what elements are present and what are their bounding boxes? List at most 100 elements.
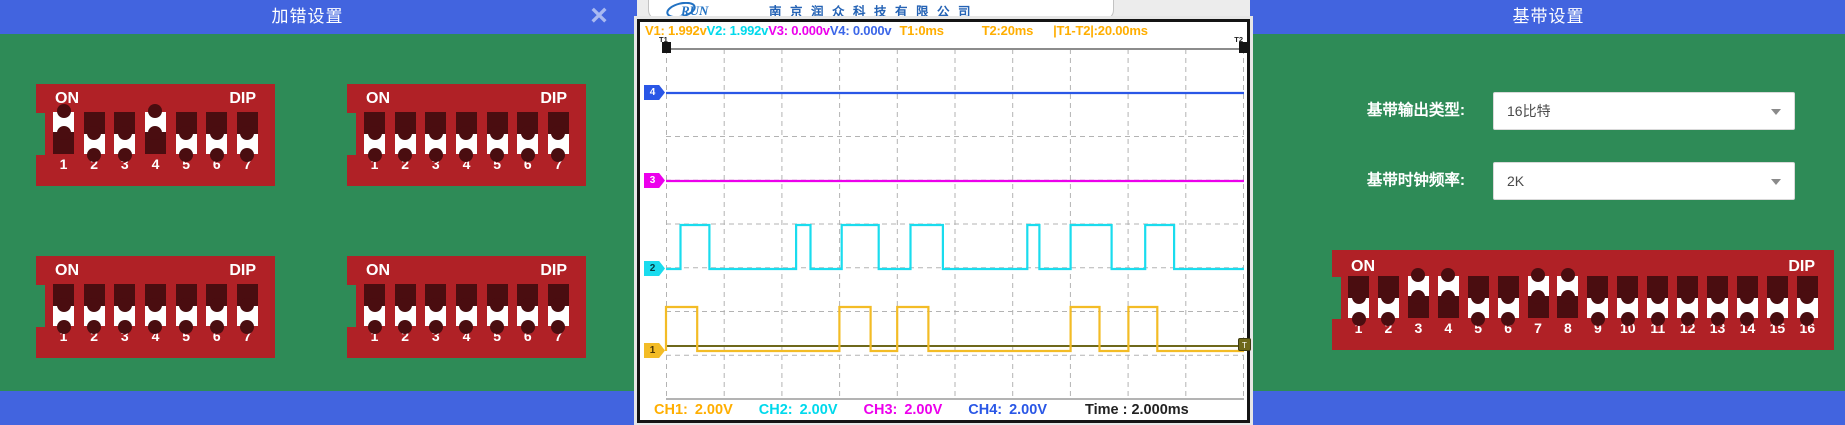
dip-switch-2[interactable]: 2 <box>1378 276 1399 336</box>
dip-switch-4[interactable]: 4 <box>145 284 166 344</box>
switch-handle[interactable] <box>145 112 166 132</box>
switch-slot <box>114 284 135 326</box>
dip-switch-4[interactable]: 4 <box>1438 276 1459 336</box>
switch-handle[interactable] <box>1348 298 1369 318</box>
switch-slot <box>237 284 258 326</box>
dip-switch-1[interactable]: 1 <box>53 284 74 344</box>
switch-handle[interactable] <box>176 134 197 154</box>
switch-handle[interactable] <box>1737 298 1758 318</box>
switch-handle[interactable] <box>1557 276 1578 296</box>
switch-handle[interactable] <box>456 306 477 326</box>
dip-switch-1[interactable]: 1 <box>1348 276 1369 336</box>
switch-handle[interactable] <box>53 306 74 326</box>
switch-handle[interactable] <box>548 306 569 326</box>
dip-switch-2[interactable]: 2 <box>395 112 416 172</box>
switch-handle[interactable] <box>237 306 258 326</box>
baseband-clock-freq-label: 基带时钟频率: <box>1252 162 1465 200</box>
switch-handle[interactable] <box>1617 298 1638 318</box>
switch-handle[interactable] <box>1797 298 1818 318</box>
switch-handle[interactable] <box>456 134 477 154</box>
switch-handle[interactable] <box>364 306 385 326</box>
switch-handle[interactable] <box>425 134 446 154</box>
switch-handle[interactable] <box>1408 276 1429 296</box>
dip-switch-14[interactable]: 14 <box>1737 276 1758 336</box>
switch-handle[interactable] <box>114 306 135 326</box>
dip-switch-4[interactable]: 4 <box>456 112 477 172</box>
dip-switch-5[interactable]: 5 <box>487 284 508 344</box>
dip-switch-5[interactable]: 5 <box>176 112 197 172</box>
switch-slot <box>548 284 569 326</box>
switch-handle[interactable] <box>487 134 508 154</box>
switch-handle[interactable] <box>364 134 385 154</box>
close-icon[interactable]: × <box>582 0 616 34</box>
switch-handle[interactable] <box>176 306 197 326</box>
dip-switch-7[interactable]: 7 <box>548 112 569 172</box>
dip-switch-5[interactable]: 5 <box>1468 276 1489 336</box>
switch-handle[interactable] <box>1378 298 1399 318</box>
dip-switch-7[interactable]: 7 <box>237 284 258 344</box>
baseband-clock-freq-select[interactable]: 2K <box>1493 162 1795 200</box>
dip-switch-1[interactable]: 1 <box>364 284 385 344</box>
switch-handle[interactable] <box>53 112 74 132</box>
switch-handle[interactable] <box>1468 298 1489 318</box>
dip-switch-7[interactable]: 7 <box>237 112 258 172</box>
switch-handle[interactable] <box>1528 276 1549 296</box>
switch-handle[interactable] <box>84 306 105 326</box>
switch-handle[interactable] <box>1677 298 1698 318</box>
error-settings-title: 加错设置 <box>0 0 615 34</box>
switch-handle[interactable] <box>517 134 538 154</box>
switch-handle[interactable] <box>1587 298 1608 318</box>
dip-switch-6[interactable]: 6 <box>517 284 538 344</box>
on-label: ON <box>366 90 390 108</box>
switch-handle[interactable] <box>395 134 416 154</box>
dip-switch-1[interactable]: 1 <box>53 112 74 172</box>
baseband-output-type-select[interactable]: 16比特 <box>1493 92 1795 130</box>
dip-switch-4[interactable]: 4 <box>456 284 477 344</box>
dip-switch-7[interactable]: 7 <box>1528 276 1549 336</box>
dip-switch-12[interactable]: 12 <box>1677 276 1698 336</box>
switch-handle[interactable] <box>1647 298 1668 318</box>
dip-switch-3[interactable]: 3 <box>425 284 446 344</box>
switch-handle[interactable] <box>84 134 105 154</box>
dip-switch-5[interactable]: 5 <box>487 112 508 172</box>
switch-handle[interactable] <box>1767 298 1788 318</box>
dip-switch-10[interactable]: 10 <box>1617 276 1638 336</box>
dip-switch-13[interactable]: 13 <box>1707 276 1728 336</box>
dip-switch-2[interactable]: 2 <box>395 284 416 344</box>
dip-switch-3[interactable]: 3 <box>425 112 446 172</box>
dip-switch-9[interactable]: 9 <box>1587 276 1608 336</box>
dip-switch-2[interactable]: 2 <box>84 112 105 172</box>
dip-switch-3[interactable]: 3 <box>114 284 135 344</box>
dip-switch-11[interactable]: 11 <box>1647 276 1668 336</box>
switch-handle[interactable] <box>145 306 166 326</box>
dip-switch-5[interactable]: 5 <box>176 284 197 344</box>
switch-handle[interactable] <box>548 134 569 154</box>
switch-handle[interactable] <box>425 306 446 326</box>
dip-switch-6[interactable]: 6 <box>206 284 227 344</box>
dip-switch-2[interactable]: 2 <box>84 284 105 344</box>
switch-slot <box>517 112 538 154</box>
switch-slot <box>395 284 416 326</box>
switch-handle[interactable] <box>114 134 135 154</box>
switch-handle[interactable] <box>1498 298 1519 318</box>
dip-switch-6[interactable]: 6 <box>1498 276 1519 336</box>
dip-switch-3[interactable]: 3 <box>1408 276 1429 336</box>
dip-switch-16[interactable]: 16 <box>1797 276 1818 336</box>
switch-handle[interactable] <box>237 134 258 154</box>
switch-handle[interactable] <box>206 134 227 154</box>
dip-switch-6[interactable]: 6 <box>206 112 227 172</box>
switch-handle[interactable] <box>206 306 227 326</box>
switch-number: 4 <box>1438 321 1459 336</box>
dip-switch-3[interactable]: 3 <box>114 112 135 172</box>
switch-handle[interactable] <box>517 306 538 326</box>
dip-switch-7[interactable]: 7 <box>548 284 569 344</box>
switch-handle[interactable] <box>487 306 508 326</box>
switch-handle[interactable] <box>1438 276 1459 296</box>
dip-switch-1[interactable]: 1 <box>364 112 385 172</box>
dip-switch-6[interactable]: 6 <box>517 112 538 172</box>
dip-switch-4[interactable]: 4 <box>145 112 166 172</box>
dip-switch-8[interactable]: 8 <box>1557 276 1578 336</box>
switch-handle[interactable] <box>395 306 416 326</box>
switch-handle[interactable] <box>1707 298 1728 318</box>
dip-switch-15[interactable]: 15 <box>1767 276 1788 336</box>
